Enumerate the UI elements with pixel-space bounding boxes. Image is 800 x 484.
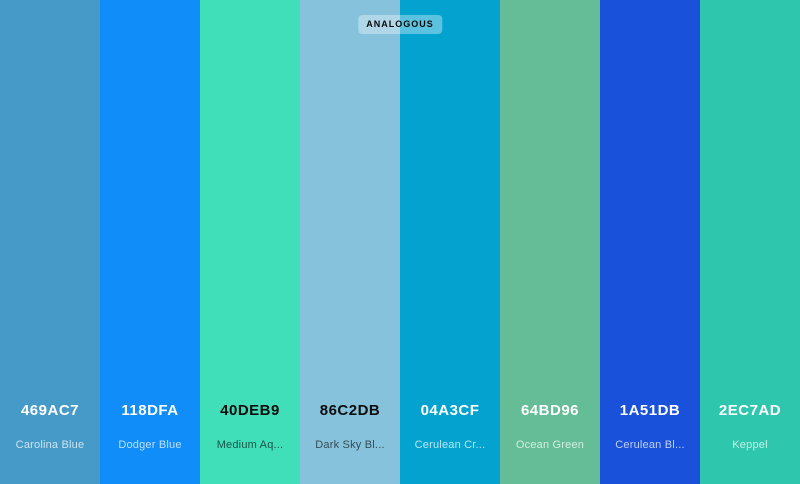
scheme-badge: ANALOGOUS bbox=[358, 15, 442, 34]
swatch-name: Ocean Green bbox=[515, 439, 585, 451]
swatch-dark-sky-blue[interactable]: 86C2DB Dark Sky Bl... bbox=[300, 0, 400, 484]
swatch-medium-aquamarine[interactable]: 40DEB9 Medium Aq... bbox=[200, 0, 300, 484]
swatch-hex[interactable]: 469AC7 bbox=[0, 402, 100, 420]
swatch-hex[interactable]: 118DFA bbox=[100, 402, 200, 420]
swatch-dodger-blue[interactable]: 118DFA Dodger Blue bbox=[100, 0, 200, 484]
swatch-ocean-green[interactable]: 64BD96 Ocean Green bbox=[500, 0, 600, 484]
swatch-hex[interactable]: 1A51DB bbox=[600, 402, 700, 420]
swatch-name: Medium Aq... bbox=[216, 439, 284, 451]
swatch-hex[interactable]: 40DEB9 bbox=[200, 402, 300, 420]
swatch-name: Dodger Blue bbox=[118, 439, 182, 451]
swatch-name: Cerulean Cr... bbox=[414, 439, 486, 451]
swatch-carolina-blue[interactable]: 469AC7 Carolina Blue bbox=[0, 0, 100, 484]
swatch-hex[interactable]: 04A3CF bbox=[400, 402, 500, 420]
swatch-hex[interactable]: 64BD96 bbox=[500, 402, 600, 420]
swatch-keppel[interactable]: 2EC7AD Keppel bbox=[700, 0, 800, 484]
swatch-cerulean-blue[interactable]: 1A51DB Cerulean Bl... bbox=[600, 0, 700, 484]
swatch-cerulean-crayola[interactable]: 04A3CF Cerulean Cr... bbox=[400, 0, 500, 484]
swatch-name: Keppel bbox=[732, 439, 768, 451]
swatch-hex[interactable]: 86C2DB bbox=[300, 402, 400, 420]
color-palette: ANALOGOUS 469AC7 Carolina Blue 118DFA Do… bbox=[0, 0, 800, 484]
swatch-hex[interactable]: 2EC7AD bbox=[700, 402, 800, 420]
swatch-name: Cerulean Bl... bbox=[615, 439, 685, 451]
swatch-name: Dark Sky Bl... bbox=[315, 439, 385, 451]
swatch-name: Carolina Blue bbox=[15, 439, 85, 451]
